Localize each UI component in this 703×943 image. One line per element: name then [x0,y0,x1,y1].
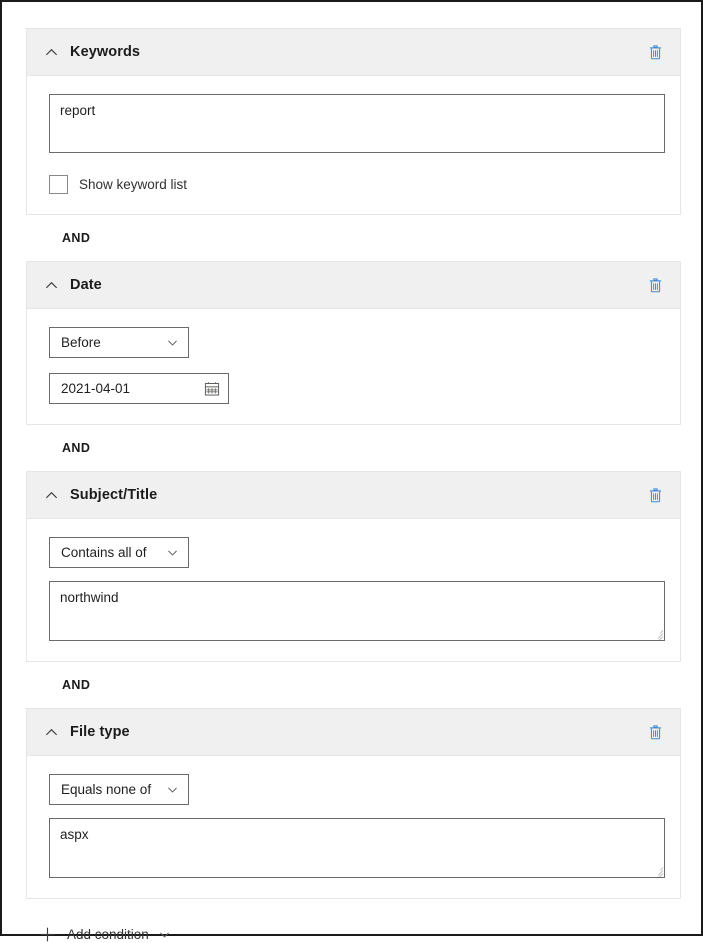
trash-icon[interactable] [642,719,668,745]
subject-operator-dropdown[interactable]: Contains all of [49,537,189,568]
chevron-down-icon [165,546,179,560]
show-keyword-list-checkbox[interactable] [49,175,68,194]
calendar-icon[interactable] [203,380,220,397]
condition-card-keywords: Keywords report Show keyword l [26,28,681,215]
and-label: AND [62,678,90,692]
and-label: AND [62,231,90,245]
condition-body-date: Before 2021-04-01 [27,309,680,424]
condition-title: Keywords [70,44,642,60]
condition-builder: Keywords report Show keyword l [26,28,681,943]
chevron-up-icon[interactable] [41,722,61,742]
date-input[interactable]: 2021-04-01 [49,373,229,404]
condition-body-file-type: Equals none of aspx [27,756,680,898]
subject-textarea[interactable]: northwind [49,581,665,641]
chevron-up-icon[interactable] [41,42,61,62]
subject-operator-value: Contains all of [61,545,165,560]
condition-title: Subject/Title [70,487,642,503]
show-keyword-list-label: Show keyword list [79,177,187,192]
condition-title: Date [70,277,642,293]
chevron-down-icon [165,783,179,797]
connector-and-3: AND [26,662,681,708]
condition-body-keywords: report Show keyword list [27,76,680,214]
condition-header-date: Date [27,262,680,309]
condition-header-keywords: Keywords [27,29,680,76]
file-type-operator-dropdown[interactable]: Equals none of [49,774,189,805]
connector-and-2: AND [26,425,681,471]
condition-header-subject-title: Subject/Title [27,472,680,519]
file-type-operator-value: Equals none of [61,782,165,797]
query-builder-panel: Keywords report Show keyword l [0,0,703,936]
add-condition-label: Add condition [67,927,149,942]
date-operator-value: Before [61,335,165,350]
add-condition-button[interactable]: Add condition [38,925,198,943]
plus-icon [38,925,56,943]
chevron-up-icon[interactable] [41,485,61,505]
trash-icon[interactable] [642,272,668,298]
date-operator-dropdown[interactable]: Before [49,327,189,358]
show-keyword-list-checkbox-row[interactable]: Show keyword list [49,175,658,194]
trash-icon[interactable] [642,39,668,65]
condition-card-subject-title: Subject/Title Contains all of [26,471,681,662]
trash-icon[interactable] [642,482,668,508]
keywords-textarea[interactable]: report [49,94,665,153]
condition-header-file-type: File type [27,709,680,756]
resize-grip-icon[interactable] [651,627,663,639]
condition-card-date: Date Before [26,261,681,425]
file-type-textarea[interactable]: aspx [49,818,665,878]
chevron-up-icon[interactable] [41,275,61,295]
condition-card-file-type: File type Equals none of [26,708,681,899]
condition-title: File type [70,724,642,740]
condition-body-subject-title: Contains all of northwind [27,519,680,661]
connector-and-1: AND [26,215,681,261]
chevron-down-icon [158,927,172,941]
resize-grip-icon[interactable] [651,864,663,876]
and-label: AND [62,441,90,455]
chevron-down-icon [165,336,179,350]
date-input-value: 2021-04-01 [61,381,203,396]
